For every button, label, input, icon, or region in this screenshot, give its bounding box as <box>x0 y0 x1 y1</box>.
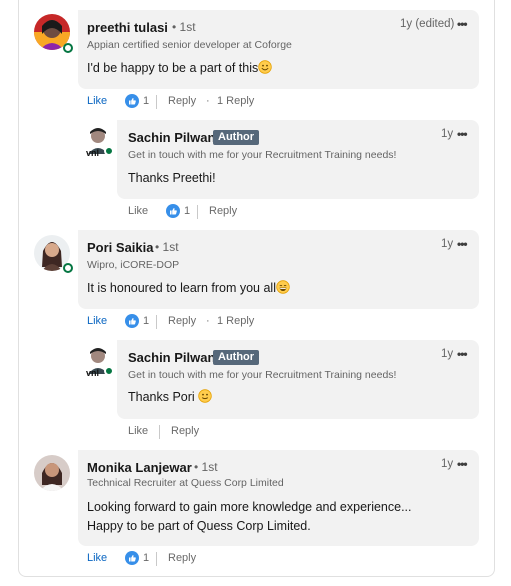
thumbs-up-icon[interactable] <box>125 94 139 108</box>
comment-actions: Like 1 Reply · 1 Reply <box>87 314 387 331</box>
comment-timestamp: 1y <box>441 348 454 360</box>
action-separator: · <box>206 315 210 327</box>
reply-button[interactable]: Reply <box>171 425 199 437</box>
reply-button[interactable]: Reply <box>168 315 196 327</box>
commenter-headline: Wipro, iCORE-DOP <box>87 259 180 271</box>
avatar-monika[interactable] <box>34 455 70 491</box>
commenter-name[interactable]: Sachin Pilwan <box>128 350 215 365</box>
reaction-count[interactable]: 1 <box>184 205 190 217</box>
commenter-name[interactable]: Sachin Pilwan <box>128 130 215 145</box>
svg-text:vnl: vnl <box>86 148 99 158</box>
reaction-count[interactable]: 1 <box>143 315 149 327</box>
like-button[interactable]: Like <box>128 205 148 217</box>
like-button[interactable]: Like <box>87 95 107 107</box>
comment-text-body: It is honoured to learn from you all <box>87 281 276 295</box>
more-options-icon[interactable]: ••• <box>457 17 468 31</box>
reply-actions: Like Reply <box>128 425 328 441</box>
reply-button[interactable]: Reply <box>168 95 196 107</box>
reply-text-body: Thanks Pori <box>128 390 195 404</box>
like-button[interactable]: Like <box>128 425 148 437</box>
reply-text: Thanks Preethi! <box>128 171 216 185</box>
action-divider <box>159 425 160 439</box>
thumbs-up-icon[interactable] <box>125 551 139 565</box>
comment-text-body: I'd be happy to be a part of this <box>87 61 259 75</box>
more-options-icon[interactable]: ••• <box>457 347 468 361</box>
reaction-count[interactable]: 1 <box>143 552 149 564</box>
comment-timestamp: 1y <box>441 458 454 470</box>
presence-indicator <box>63 43 73 53</box>
like-button[interactable]: Like <box>87 315 107 327</box>
action-separator: · <box>206 95 210 107</box>
commenter-headline: Appian certified senior developer at Cof… <box>87 39 292 51</box>
more-options-icon[interactable]: ••• <box>457 127 468 141</box>
reply-text: Thanks Pori <box>128 388 212 407</box>
author-badge: Author <box>213 130 260 145</box>
connection-degree: • 1st <box>172 20 196 34</box>
comment-text-line-2: Happy to be part of Quess Corp Limited. <box>87 519 311 533</box>
comment-text: It is honoured to learn from you all <box>87 279 290 298</box>
action-divider <box>197 205 198 219</box>
presence-indicator <box>104 366 114 376</box>
reaction-count[interactable]: 1 <box>143 95 149 107</box>
connection-degree: • 1st <box>155 240 179 254</box>
thumbs-up-icon[interactable] <box>166 204 180 218</box>
commenter-name[interactable]: Monika Lanjewar <box>87 460 192 475</box>
reply-button[interactable]: Reply <box>209 205 237 217</box>
grin-emoji-icon <box>276 280 290 294</box>
replies-count-link[interactable]: 1 Reply <box>217 95 254 107</box>
smile-emoji-icon <box>258 60 272 74</box>
commenter-headline: Get in touch with me for your Recruitmen… <box>128 369 397 381</box>
presence-indicator <box>63 263 73 273</box>
commenter-name[interactable]: Pori Saikia <box>87 240 153 255</box>
action-divider <box>156 552 157 566</box>
connection-degree: • 1st <box>194 460 218 474</box>
comment-text-line-1: Looking forward to gain more knowledge a… <box>87 500 412 514</box>
reply-button[interactable]: Reply <box>168 552 196 564</box>
action-divider <box>156 95 157 109</box>
comment-actions: Like 1 Reply · 1 Reply <box>87 94 387 111</box>
presence-indicator <box>104 146 114 156</box>
like-button[interactable]: Like <box>87 552 107 564</box>
comment-actions: Like 1 Reply <box>87 551 287 568</box>
comment-timestamp: 1y (edited) <box>400 18 455 30</box>
commenter-headline: Get in touch with me for your Recruitmen… <box>128 149 397 161</box>
svg-text:vnl: vnl <box>86 368 99 378</box>
thumbs-up-icon[interactable] <box>125 314 139 328</box>
comment-timestamp: 1y <box>441 128 454 140</box>
commenter-name[interactable]: preethi tulasi <box>87 20 168 35</box>
author-badge: Author <box>213 350 260 365</box>
slight-smile-emoji-icon <box>198 389 212 403</box>
reply-actions: Like 1 Reply <box>128 204 328 221</box>
more-options-icon[interactable]: ••• <box>457 457 468 471</box>
action-divider <box>156 315 157 329</box>
comment-text: I'd be happy to be a part of this <box>87 59 272 78</box>
commenter-headline: Technical Recruiter at Quess Corp Limite… <box>87 477 284 489</box>
more-options-icon[interactable]: ••• <box>457 237 468 251</box>
replies-count-link[interactable]: 1 Reply <box>217 315 254 327</box>
comment-timestamp: 1y <box>441 238 454 250</box>
